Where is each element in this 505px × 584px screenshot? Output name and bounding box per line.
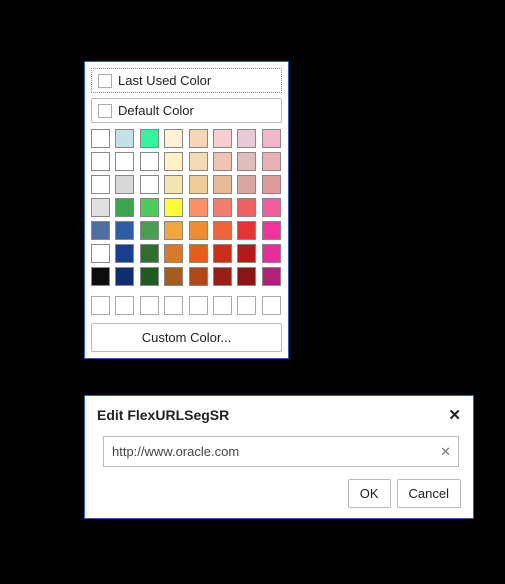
recent-swatch[interactable] xyxy=(115,296,134,315)
clear-input-icon[interactable]: ✕ xyxy=(440,444,451,460)
color-swatch[interactable] xyxy=(140,129,159,148)
default-color-option[interactable]: Default Color xyxy=(91,98,282,123)
color-swatch[interactable] xyxy=(237,267,256,286)
color-swatch[interactable] xyxy=(237,152,256,171)
color-swatch[interactable] xyxy=(115,198,134,217)
color-swatch[interactable] xyxy=(164,152,183,171)
color-swatch[interactable] xyxy=(213,129,232,148)
color-swatch[interactable] xyxy=(164,129,183,148)
color-swatch[interactable] xyxy=(213,198,232,217)
color-swatch[interactable] xyxy=(237,198,256,217)
color-swatch[interactable] xyxy=(140,221,159,240)
color-swatch[interactable] xyxy=(213,152,232,171)
cancel-button[interactable]: Cancel xyxy=(397,479,461,508)
recent-swatch[interactable] xyxy=(164,296,183,315)
color-swatch[interactable] xyxy=(213,267,232,286)
custom-color-button[interactable]: Custom Color... xyxy=(91,323,282,352)
color-swatch[interactable] xyxy=(262,221,281,240)
color-swatch[interactable] xyxy=(115,244,134,263)
color-swatch[interactable] xyxy=(91,244,110,263)
default-swatch xyxy=(98,104,112,118)
color-swatch[interactable] xyxy=(237,221,256,240)
color-swatch[interactable] xyxy=(262,129,281,148)
color-swatch[interactable] xyxy=(213,244,232,263)
recent-swatch[interactable] xyxy=(91,296,110,315)
recent-swatch[interactable] xyxy=(189,296,208,315)
recent-swatch[interactable] xyxy=(140,296,159,315)
color-swatch[interactable] xyxy=(91,129,110,148)
color-swatch[interactable] xyxy=(140,175,159,194)
color-swatch[interactable] xyxy=(237,129,256,148)
color-swatch[interactable] xyxy=(189,152,208,171)
swatch-grid xyxy=(91,129,282,286)
edit-url-dialog: Edit FlexURLSegSR ✕ ✕ OK Cancel xyxy=(84,395,474,519)
color-swatch[interactable] xyxy=(91,175,110,194)
last-used-swatch xyxy=(98,74,112,88)
color-swatch[interactable] xyxy=(189,198,208,217)
dialog-header: Edit FlexURLSegSR ✕ xyxy=(97,406,461,424)
color-swatch[interactable] xyxy=(262,175,281,194)
color-swatch[interactable] xyxy=(189,129,208,148)
recent-swatch[interactable] xyxy=(237,296,256,315)
color-swatch[interactable] xyxy=(140,267,159,286)
recent-swatch[interactable] xyxy=(213,296,232,315)
color-swatch[interactable] xyxy=(115,152,134,171)
color-swatch[interactable] xyxy=(213,221,232,240)
color-swatch[interactable] xyxy=(91,267,110,286)
last-used-color-option[interactable]: Last Used Color xyxy=(91,68,282,93)
color-swatch[interactable] xyxy=(115,267,134,286)
color-swatch[interactable] xyxy=(91,152,110,171)
recent-swatch[interactable] xyxy=(262,296,281,315)
color-swatch[interactable] xyxy=(91,198,110,217)
last-used-label: Last Used Color xyxy=(118,73,211,88)
color-swatch[interactable] xyxy=(237,175,256,194)
color-swatch[interactable] xyxy=(91,221,110,240)
color-swatch[interactable] xyxy=(189,244,208,263)
color-swatch[interactable] xyxy=(140,244,159,263)
color-swatch[interactable] xyxy=(189,221,208,240)
color-swatch[interactable] xyxy=(213,175,232,194)
ok-button[interactable]: OK xyxy=(348,479,391,508)
color-swatch[interactable] xyxy=(140,198,159,217)
color-swatch[interactable] xyxy=(115,175,134,194)
color-swatch[interactable] xyxy=(164,244,183,263)
color-swatch[interactable] xyxy=(115,221,134,240)
color-swatch[interactable] xyxy=(189,267,208,286)
color-swatch[interactable] xyxy=(164,198,183,217)
color-swatch[interactable] xyxy=(262,198,281,217)
color-swatch[interactable] xyxy=(262,267,281,286)
color-swatch[interactable] xyxy=(164,267,183,286)
url-input[interactable] xyxy=(103,436,459,467)
dialog-title: Edit FlexURLSegSR xyxy=(97,407,229,423)
color-swatch[interactable] xyxy=(164,221,183,240)
default-label: Default Color xyxy=(118,103,194,118)
color-swatch[interactable] xyxy=(164,175,183,194)
url-input-wrap: ✕ xyxy=(103,436,459,467)
color-swatch[interactable] xyxy=(189,175,208,194)
dialog-buttons: OK Cancel xyxy=(97,479,461,508)
color-swatch[interactable] xyxy=(115,129,134,148)
close-icon[interactable]: ✕ xyxy=(448,406,461,424)
recent-colors-row xyxy=(91,296,282,315)
color-swatch[interactable] xyxy=(237,244,256,263)
color-swatch[interactable] xyxy=(140,152,159,171)
color-picker-panel: Last Used Color Default Color Custom Col… xyxy=(84,61,289,359)
color-swatch[interactable] xyxy=(262,244,281,263)
color-swatch[interactable] xyxy=(262,152,281,171)
